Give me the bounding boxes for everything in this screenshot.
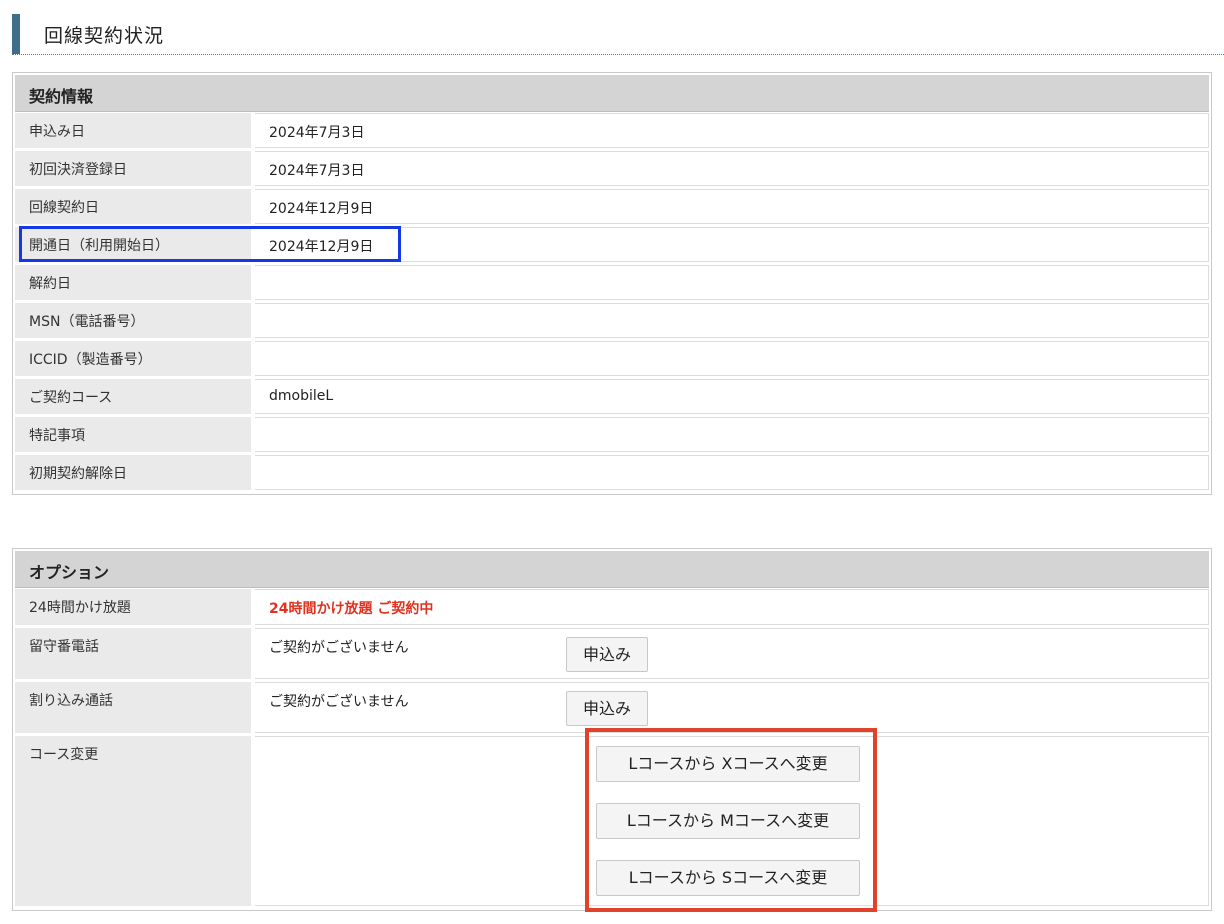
contract-row-initial-cancellation-date: 初期契約解除日 bbox=[15, 455, 1209, 490]
row-label: コース変更 bbox=[29, 747, 99, 763]
page-title: 回線契約状況 bbox=[44, 25, 165, 47]
option-row-call-waiting: 割り込み通話 ご契約がございません 申込み bbox=[15, 682, 1209, 733]
call-waiting-apply-button[interactable]: 申込み bbox=[566, 691, 648, 726]
voicemail-apply-button[interactable]: 申込み bbox=[566, 637, 648, 672]
contract-row-iccid: ICCID（製造番号） bbox=[15, 341, 1209, 376]
row-label: 初回決済登録日 bbox=[29, 162, 127, 178]
row-label: 解約日 bbox=[29, 276, 71, 292]
voicemail-status: ご契約がございません bbox=[269, 640, 409, 656]
unlimited-calls-status: 24時間かけ放題 ご契約中 bbox=[269, 601, 434, 617]
contract-row-msn: MSN（電話番号） bbox=[15, 303, 1209, 338]
contract-info-heading: 契約情報 bbox=[29, 87, 94, 106]
row-label: 申込み日 bbox=[29, 124, 85, 140]
contract-row-first-payment-date: 初回決済登録日 2024年7月3日 bbox=[15, 151, 1209, 186]
row-value: 2024年7月3日 bbox=[269, 125, 365, 141]
contract-row-notes: 特記事項 bbox=[15, 417, 1209, 452]
option-heading: オプション bbox=[29, 563, 110, 582]
row-label: 留守番電話 bbox=[29, 639, 99, 655]
row-label: 初期契約解除日 bbox=[29, 466, 127, 482]
contract-row-course: ご契約コース dmobileL bbox=[15, 379, 1209, 414]
option-row-voicemail: 留守番電話 ご契約がございません 申込み bbox=[15, 628, 1209, 679]
contract-row-cancellation-date: 解約日 bbox=[15, 265, 1209, 300]
contract-info-panel: 契約情報 申込み日 2024年7月3日 初回決済登録日 2024年7月3日 回線… bbox=[12, 72, 1212, 495]
contract-row-line-contract-date: 回線契約日 2024年12月9日 bbox=[15, 189, 1209, 224]
row-label: 特記事項 bbox=[29, 428, 85, 444]
row-label: ICCID（製造番号） bbox=[29, 352, 152, 368]
contract-row-application-date: 申込み日 2024年7月3日 bbox=[15, 113, 1209, 148]
option-row-unlimited-calls: 24時間かけ放題 24時間かけ放題 ご契約中 bbox=[15, 589, 1209, 625]
header-accent-bar bbox=[12, 14, 20, 54]
row-label: ご契約コース bbox=[29, 390, 113, 406]
row-value: 2024年7月3日 bbox=[269, 163, 365, 179]
row-value: 2024年12月9日 bbox=[269, 201, 374, 217]
call-waiting-status: ご契約がございません bbox=[269, 694, 409, 710]
activation-date-highlight bbox=[19, 226, 401, 262]
row-label: MSN（電話番号） bbox=[29, 314, 145, 330]
option-header: オプション bbox=[15, 551, 1209, 588]
contract-info-header: 契約情報 bbox=[15, 75, 1209, 112]
course-change-highlight bbox=[585, 728, 877, 912]
page-header: 回線契約状況 bbox=[12, 14, 1224, 55]
row-label: 割り込み通話 bbox=[29, 693, 113, 709]
row-label: 回線契約日 bbox=[29, 200, 99, 216]
row-label: 24時間かけ放題 bbox=[29, 600, 131, 616]
row-value: dmobileL bbox=[269, 388, 334, 404]
